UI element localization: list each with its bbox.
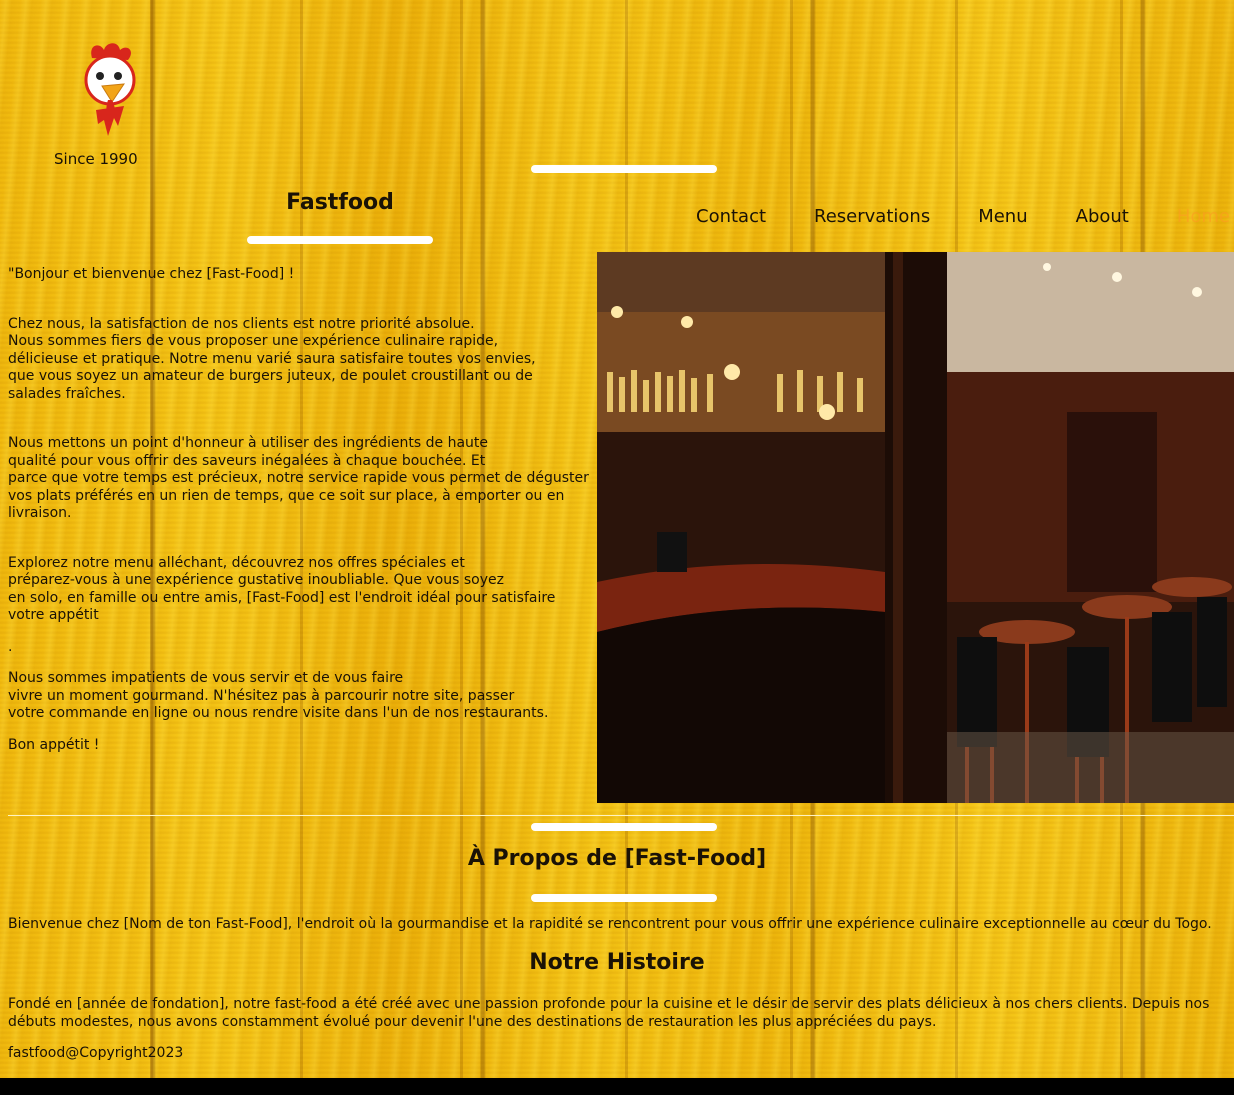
intro-line: que vous soyez un amateur de burgers jut… — [8, 368, 533, 384]
intro-line: parce que votre temps est précieux, notr… — [8, 470, 589, 486]
nav-link-home[interactable]: Home — [1177, 206, 1230, 227]
intro-line: préparez-vous à une expérience gustative… — [8, 572, 504, 588]
nav-link-contact[interactable]: Contact — [696, 206, 766, 227]
story-line: débuts modestes, nous avons constamment … — [8, 1013, 937, 1030]
restaurant-interior-image — [597, 252, 1234, 803]
intro-line: Explorez notre menu alléchant, découvrez… — [8, 554, 465, 571]
copyright-text: fastfood@Copyright2023 — [8, 1045, 184, 1061]
intro-paragraph-4: Nous sommes impatients de vous servir et… — [8, 670, 600, 723]
story-title: Notre Histoire — [529, 950, 705, 975]
intro-signoff: Bon appétit ! — [8, 736, 100, 753]
intro-line: vos plats préférés en un rien de temps, … — [8, 487, 565, 504]
intro-paragraph-2: Nous mettons un point d'honneur à utilis… — [8, 435, 600, 523]
intro-text: "Bonjour et bienvenue chez [Fast-Food] !… — [8, 266, 600, 754]
intro-line: Nous sommes fiers de vous proposer une e… — [8, 333, 499, 349]
intro-line: votre appétit — [8, 607, 99, 623]
about-accent-bar-bottom — [531, 894, 717, 902]
intro-line: Chez nous, la satisfaction de nos client… — [8, 315, 475, 332]
intro-line: délicieuse et pratique. Notre menu varié… — [8, 350, 536, 367]
about-title: À Propos de [Fast-Food] — [467, 846, 767, 871]
brand-underline-bar — [247, 236, 433, 244]
brand-title: Fastfood — [286, 190, 394, 215]
intro-line: qualité pour vous offrir des saveurs iné… — [8, 452, 486, 469]
story-line: Fondé en [année de fondation], notre fas… — [8, 996, 1210, 1012]
intro-line: Nous mettons un point d'honneur à utilis… — [8, 435, 489, 451]
intro-paragraph-3: Explorez notre menu alléchant, découvrez… — [8, 555, 600, 625]
intro-paragraph-1: Chez nous, la satisfaction de nos client… — [8, 316, 600, 404]
intro-line: vivre un moment gourmand. N'hésitez pas … — [8, 687, 515, 704]
intro-line: en solo, en famille ou entre amis, [Fast… — [8, 589, 556, 606]
main-nav: Contact Reservations Menu About Home — [696, 206, 1230, 227]
about-accent-bar-top — [531, 823, 717, 831]
intro-greeting: "Bonjour et bienvenue chez [Fast-Food] ! — [8, 266, 295, 282]
nav-link-reservations[interactable]: Reservations — [814, 206, 930, 227]
nav-link-menu[interactable]: Menu — [978, 206, 1027, 227]
story-text: Fondé en [année de fondation], notre fas… — [8, 996, 1230, 1031]
nav-link-about[interactable]: About — [1076, 206, 1129, 227]
nav-accent-bar — [531, 165, 717, 173]
intro-line: Nous sommes impatients de vous servir et… — [8, 670, 404, 686]
intro-line: livraison. — [8, 505, 72, 521]
rooster-logo-icon[interactable] — [78, 40, 142, 140]
intro-line: salades fraîches. — [8, 385, 126, 402]
intro-dot: . — [8, 638, 13, 655]
since-label: Since 1990 — [54, 150, 138, 168]
section-divider — [8, 815, 1234, 816]
intro-line: votre commande en ligne ou nous rendre v… — [8, 705, 549, 721]
about-text: Bienvenue chez [Nom de ton Fast-Food], l… — [8, 916, 1212, 932]
bottom-strip — [0, 1078, 1234, 1095]
